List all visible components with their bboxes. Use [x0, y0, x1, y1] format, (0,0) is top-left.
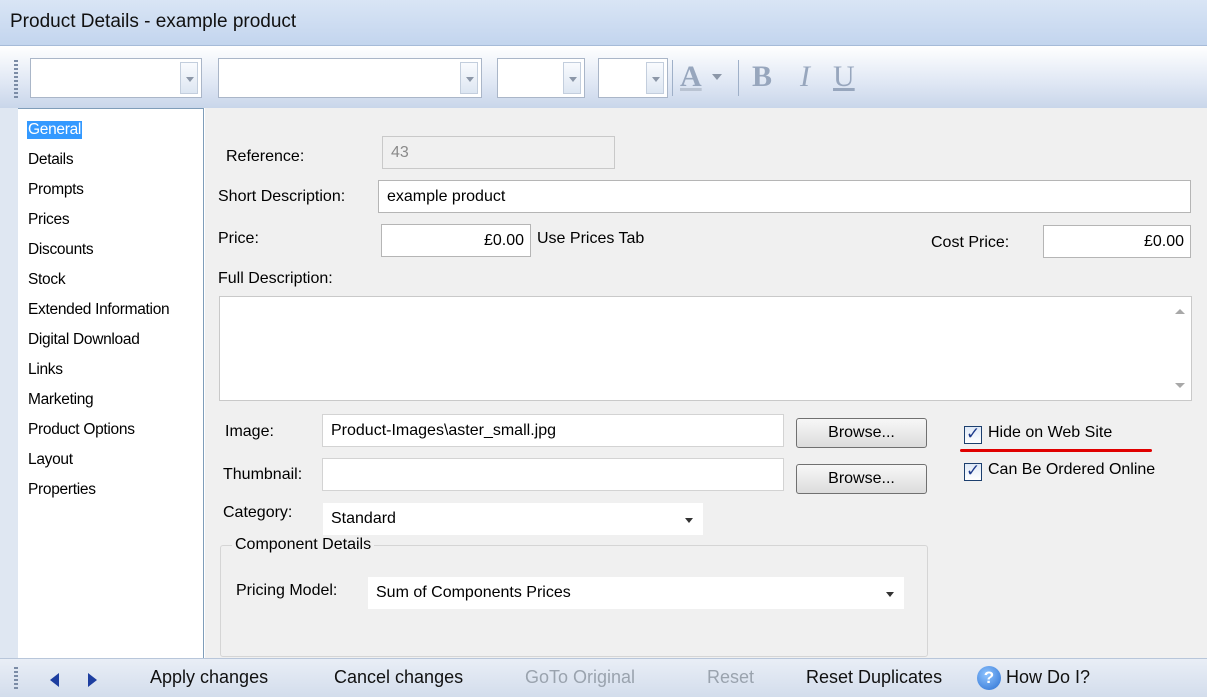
thumbnail-label: Thumbnail: [223, 466, 303, 483]
can-be-ordered-online-checkbox[interactable] [964, 461, 982, 481]
next-arrow-icon[interactable] [88, 673, 97, 687]
scroll-up-icon[interactable] [1175, 309, 1185, 314]
short-description-label: Short Description: [218, 188, 346, 205]
italic-icon[interactable]: I [800, 60, 810, 94]
chevron-down-icon[interactable] [646, 62, 664, 94]
sidebar-item-prices[interactable]: Prices [28, 211, 70, 229]
chevron-down-icon[interactable] [180, 62, 198, 94]
font-size-combo[interactable] [497, 58, 585, 98]
bold-icon[interactable]: B [752, 60, 772, 94]
sidebar-item-properties[interactable]: Properties [28, 481, 96, 499]
font-extra-combo[interactable] [598, 58, 668, 98]
image-field[interactable]: Product-Images\aster_small.jpg [322, 414, 784, 447]
pricing-model-label: Pricing Model: [236, 582, 338, 599]
bottom-toolbar: Apply changes Cancel changes GoTo Origin… [0, 658, 1207, 697]
thumbnail-field[interactable] [322, 458, 784, 491]
how-do-i-button[interactable]: How Do I? [1006, 667, 1090, 688]
reference-label: Reference: [226, 148, 305, 165]
pricing-model-value: Sum of Components Prices [376, 584, 571, 601]
chevron-down-icon[interactable] [563, 62, 581, 94]
help-icon[interactable]: ? [977, 666, 1001, 690]
hide-on-web-site-label[interactable]: Hide on Web Site [988, 424, 1112, 442]
formatting-toolbar: A B I U [0, 46, 1207, 108]
short-description-field[interactable]: example product [378, 180, 1191, 213]
category-select[interactable]: Standard [323, 503, 703, 535]
font-name-combo[interactable] [218, 58, 482, 98]
scroll-down-icon[interactable] [1175, 383, 1185, 388]
cancel-changes-button[interactable]: Cancel changes [334, 667, 463, 688]
reset-duplicates-button[interactable]: Reset Duplicates [806, 667, 942, 688]
reference-field: 43 [382, 136, 615, 169]
full-description-label: Full Description: [218, 270, 333, 287]
image-browse-button[interactable]: Browse... [796, 418, 927, 448]
chevron-down-icon[interactable] [460, 62, 478, 94]
reset-button[interactable]: Reset [707, 667, 754, 688]
font-color-icon[interactable]: A [680, 60, 702, 94]
title-bar: Product Details - example product [0, 0, 1207, 46]
full-description-textarea[interactable] [219, 296, 1192, 401]
apply-changes-button[interactable]: Apply changes [150, 667, 268, 688]
sidebar-item-stock[interactable]: Stock [28, 271, 66, 289]
category-value: Standard [331, 510, 396, 527]
style-combo[interactable] [30, 58, 202, 98]
use-prices-tab-label: Use Prices Tab [537, 230, 645, 247]
toolbar-separator [738, 60, 739, 96]
can-be-ordered-online-label[interactable]: Can Be Ordered Online [988, 461, 1155, 479]
cost-price-label: Cost Price: [931, 234, 1010, 251]
toolbar-grip-handle[interactable] [14, 667, 18, 691]
annotation-underline [960, 449, 1152, 452]
image-label: Image: [225, 423, 274, 440]
price-field[interactable]: £0.00 [381, 224, 531, 257]
category-label: Category: [223, 504, 293, 521]
price-label: Price: [218, 230, 259, 247]
window-title: Product Details - example product [10, 11, 297, 32]
pricing-model-select[interactable]: Sum of Components Prices [368, 577, 904, 609]
underline-icon[interactable]: U [833, 60, 855, 94]
toolbar-grip-handle[interactable] [14, 60, 18, 98]
sidebar-item-discounts[interactable]: Discounts [28, 241, 94, 259]
toolbar-separator [672, 60, 673, 96]
previous-arrow-icon[interactable] [50, 673, 59, 687]
cost-price-field[interactable]: £0.00 [1043, 225, 1191, 258]
section-list[interactable]: General Details Prompts Prices Discounts… [18, 108, 204, 658]
hide-on-web-site-checkbox[interactable] [964, 424, 982, 444]
sidebar-item-details[interactable]: Details [28, 151, 74, 169]
thumbnail-browse-button[interactable]: Browse... [796, 464, 927, 494]
sidebar-item-links[interactable]: Links [28, 361, 63, 379]
sidebar-item-layout[interactable]: Layout [28, 451, 73, 469]
sidebar-item-prompts[interactable]: Prompts [28, 181, 84, 199]
chevron-down-icon[interactable] [886, 592, 894, 597]
sidebar-item-general[interactable]: General [27, 121, 83, 139]
font-color-dropdown-icon[interactable] [712, 74, 722, 80]
component-details-title: Component Details [232, 536, 375, 554]
sidebar-item-marketing[interactable]: Marketing [28, 391, 94, 409]
sidebar-item-product-options[interactable]: Product Options [28, 421, 135, 439]
general-form: Reference: 43 Short Description: example… [205, 108, 1207, 658]
left-gutter [0, 108, 18, 658]
sidebar-item-digital-download[interactable]: Digital Download [28, 331, 140, 349]
sidebar-item-extended-information[interactable]: Extended Information [28, 301, 170, 319]
chevron-down-icon[interactable] [685, 518, 693, 523]
goto-original-button[interactable]: GoTo Original [525, 667, 635, 688]
